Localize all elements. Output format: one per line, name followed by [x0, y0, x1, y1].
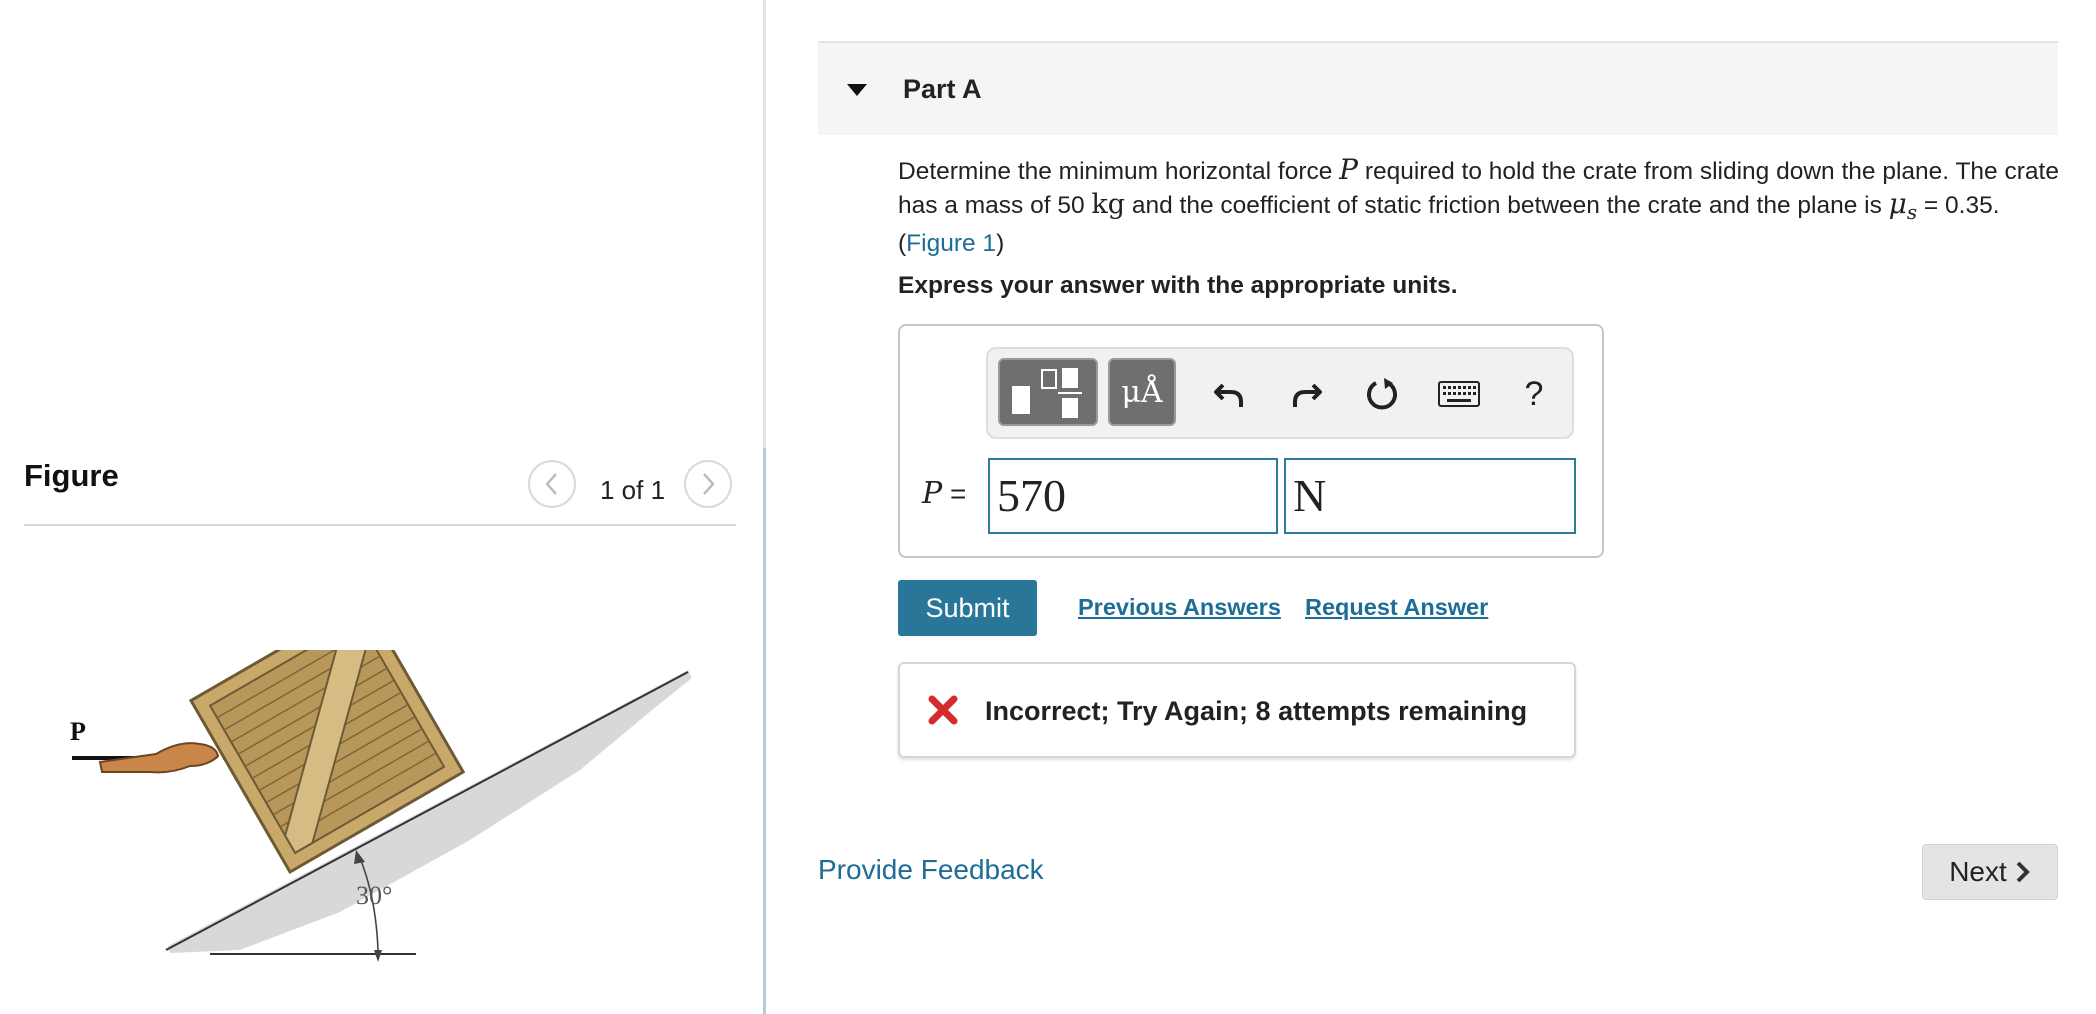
fraction-template-icon	[1012, 368, 1082, 418]
force-label: P	[70, 717, 86, 746]
figure-panel-title: Figure	[24, 458, 119, 493]
templates-button[interactable]	[998, 358, 1098, 426]
redo-icon	[1293, 383, 1322, 407]
question-text: Determine the minimum horizontal force P…	[898, 153, 2059, 257]
next-button[interactable]: Next	[1922, 844, 2058, 900]
answer-unit-input[interactable]: N	[1284, 458, 1576, 534]
keyboard-button[interactable]	[1436, 362, 1482, 426]
reset-button[interactable]	[1360, 362, 1404, 426]
undo-button[interactable]	[1208, 362, 1252, 426]
answer-variable-label: P =	[922, 476, 967, 511]
reset-icon	[1367, 378, 1397, 410]
keyboard-icon	[1438, 381, 1480, 407]
units-button[interactable]: μÅ	[1108, 358, 1176, 426]
undo-icon	[1214, 383, 1243, 407]
chevron-right-icon	[703, 473, 715, 495]
part-header[interactable]	[818, 43, 2058, 135]
previous-answers-link[interactable]: Previous Answers	[1078, 594, 1281, 621]
angle-label: 30°	[356, 881, 392, 910]
provide-feedback-link[interactable]: Provide Feedback	[818, 854, 1044, 886]
submit-button[interactable]: Submit	[898, 580, 1037, 636]
figure-pager: 1 of 1	[600, 475, 666, 505]
instruction-text: Express your answer with the appropriate…	[898, 272, 1458, 299]
caret-down-icon[interactable]	[845, 83, 869, 97]
angle-arrow-bottom	[374, 950, 382, 962]
figure-next-button[interactable]	[684, 460, 732, 508]
variable-P: P	[1339, 153, 1359, 186]
request-answer-link[interactable]: Request Answer	[1305, 594, 1488, 621]
chevron-left-icon	[545, 473, 557, 495]
figure-link[interactable]: Figure 1	[906, 230, 996, 257]
help-button[interactable]: ?	[1514, 362, 1554, 426]
unit-kg: kg	[1091, 189, 1126, 220]
error-x-icon	[928, 695, 958, 725]
panel-divider-accent	[763, 448, 766, 1014]
variable-mu: μ	[1888, 187, 1907, 220]
answer-value-input[interactable]: 570	[988, 458, 1278, 534]
figure-header-divider	[24, 524, 736, 526]
part-title: Part A	[903, 74, 982, 104]
redo-button[interactable]	[1284, 362, 1328, 426]
chevron-right-icon	[2016, 861, 2030, 883]
feedback-message: Incorrect; Try Again; 8 attempts remaini…	[985, 696, 1528, 726]
figure-prev-button[interactable]	[528, 460, 576, 508]
crate-incline-diagram: 30° P	[70, 650, 692, 962]
